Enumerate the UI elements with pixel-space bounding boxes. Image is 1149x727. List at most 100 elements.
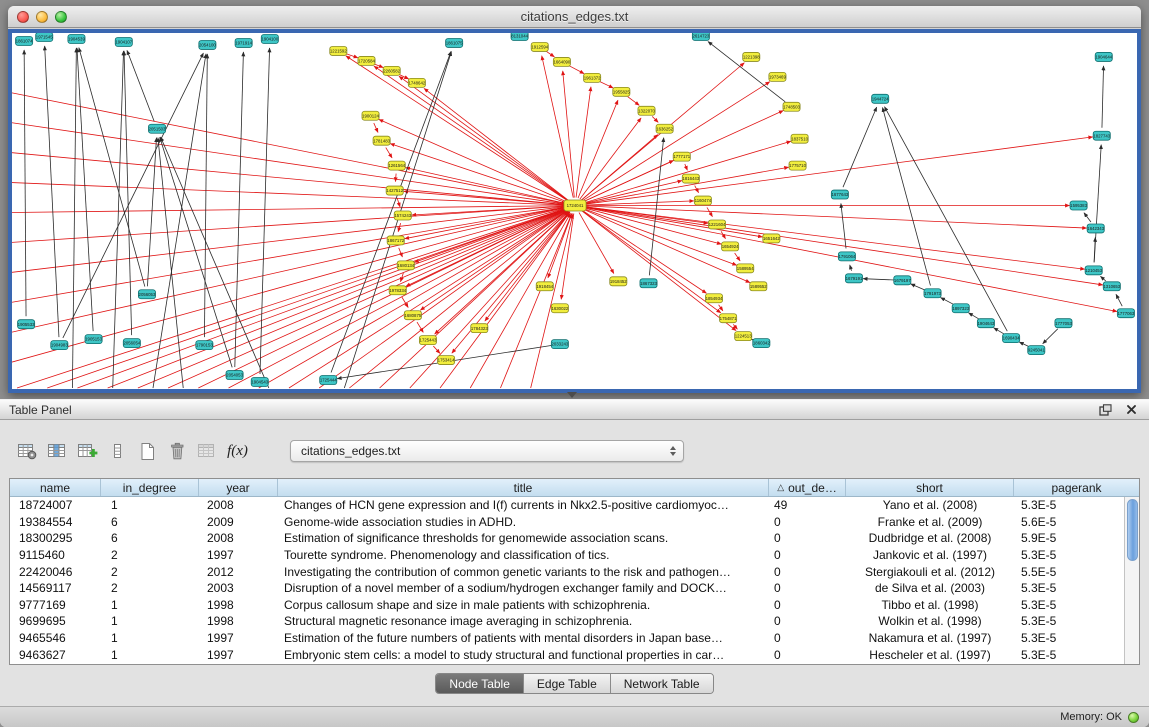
column-header-name[interactable]: name [10,479,101,496]
network-edge[interactable] [12,93,566,204]
network-edge[interactable] [433,346,440,353]
network-node[interactable]: 1905153 [85,335,103,344]
network-edge[interactable] [685,164,688,170]
network-node[interactable]: 1748642 [408,78,426,87]
table-row[interactable]: 946554611997Estimation of the future num… [10,630,1124,647]
network-node[interactable]: 1904643 [977,319,995,328]
network-edge[interactable] [158,138,183,388]
network-edge[interactable] [578,100,618,198]
network-node[interactable]: 1679191 [845,274,863,283]
create-table-icon[interactable] [134,439,161,463]
network-node[interactable]: 1861075 [446,38,464,47]
network-node[interactable]: 1971545 [36,33,54,41]
network-node[interactable]: 1221398 [743,52,761,61]
network-node[interactable]: 1748503 [783,102,801,111]
network-edge[interactable] [168,209,567,388]
network-edge[interactable] [735,253,740,261]
table-row[interactable]: 946362711997Embryonic stem cells: a mode… [10,646,1124,663]
network-edge[interactable] [12,183,566,206]
network-node[interactable]: 1589554 [737,264,755,273]
network-edge[interactable] [576,87,591,198]
table-selector-dropdown[interactable]: citations_edges.txt [290,440,684,462]
network-node[interactable]: 2054053 [226,371,244,380]
network-node[interactable]: 1595383 [1070,201,1088,210]
network-edge[interactable] [47,208,566,388]
network-node[interactable]: 1781483 [373,136,391,145]
panel-splitter-handle[interactable] [567,392,577,398]
network-edge[interactable] [841,203,846,248]
network-edge[interactable] [204,54,207,337]
network-node[interactable]: 1904644 [1095,52,1113,61]
network-node[interactable]: 1720584 [358,56,376,65]
network-node[interactable]: 1680134 [397,261,415,270]
tab-network-table[interactable]: Network Table [611,674,713,693]
network-edge[interactable] [1019,342,1029,347]
network-node[interactable]: 1574243 [394,211,412,220]
column-header-pagerank[interactable]: pagerank [1014,479,1139,496]
network-node[interactable]: 1904107 [115,37,133,46]
column-header-in_degree[interactable]: in_degree [101,479,199,496]
network-edge[interactable] [398,223,400,232]
network-edge[interactable] [500,214,571,388]
network-node[interactable]: 1221604 [708,220,726,229]
network-node[interactable]: 1664090 [553,57,571,66]
column-header-title[interactable]: title [278,479,769,496]
network-edge[interactable] [884,107,1007,331]
network-edge[interactable] [583,208,722,245]
network-node[interactable]: 1867172 [387,236,405,245]
network-node[interactable]: 1897323 [952,304,970,313]
table-row[interactable]: 911546021997Tourette syndrome. Phenomeno… [10,547,1124,564]
close-panel-icon[interactable] [1123,402,1140,417]
network-edge[interactable] [374,123,378,132]
network-node[interactable]: 1867323 [640,279,658,288]
network-node[interactable]: 1918454 [536,282,554,291]
network-node[interactable]: 1784323 [471,324,489,333]
network-edge[interactable] [161,137,269,388]
network-edge[interactable] [883,107,931,285]
network-node[interactable]: 1642343 [1087,224,1105,233]
network-node[interactable]: 1725444 [320,376,338,385]
network-node[interactable]: 1854934 [705,294,723,303]
zoom-window-button[interactable] [55,11,67,23]
network-node[interactable]: 1679197 [894,276,912,285]
network-edge[interactable] [649,138,663,276]
network-node[interactable]: 1221592 [330,46,348,55]
network-node[interactable]: 1690434 [1003,334,1021,343]
table-row[interactable]: 969969511998Structural magnetic resonanc… [10,613,1124,630]
network-edge[interactable] [599,81,613,88]
network-edge[interactable] [850,265,852,271]
network-edge[interactable] [12,208,566,333]
network-node[interactable]: 1677643 [831,190,849,199]
network-edge[interactable] [580,118,641,199]
network-node[interactable]: 1322070 [638,106,656,115]
network-canvas[interactable]: 1221592172058422605821748642190012417814… [12,33,1137,389]
table-row[interactable]: 977716911998Corpus callosum shape and si… [10,597,1124,614]
network-edge[interactable] [399,74,409,79]
network-edge[interactable] [63,53,204,338]
network-node[interactable]: 1261564 [388,161,406,170]
network-node[interactable]: 2614723 [692,33,710,40]
network-edge[interactable] [399,248,403,257]
network-node[interactable]: 1905533 [18,320,36,329]
network-node[interactable]: 1827743 [1093,131,1111,140]
network-edge[interactable] [424,88,569,200]
network-node[interactable]: 1904539 [68,34,86,43]
network-edge[interactable] [628,97,640,106]
network-node[interactable]: 1210453 [1085,266,1103,275]
table-row[interactable]: 1872400712008Changes of HCN gene express… [10,497,1124,514]
network-edge[interactable] [652,116,658,122]
network-node[interactable]: 2056054 [123,339,141,348]
network-node[interactable]: 1777171 [673,152,691,161]
network-node[interactable]: 1589552 [750,282,768,291]
edit-columns-icon[interactable] [74,439,101,463]
tab-node-table[interactable]: Node Table [436,674,524,693]
network-edge[interactable] [708,42,785,102]
network-node[interactable]: 1904543 [251,378,269,387]
network-node[interactable]: 1904100 [261,34,279,43]
network-node[interactable]: 1912594 [531,42,549,51]
network-node[interactable]: 1816443 [682,174,700,183]
network-node[interactable]: 1973469 [769,72,787,81]
network-node[interactable]: 8131044 [511,33,529,40]
network-edge[interactable] [546,51,554,56]
tab-edge-table[interactable]: Edge Table [524,674,611,693]
